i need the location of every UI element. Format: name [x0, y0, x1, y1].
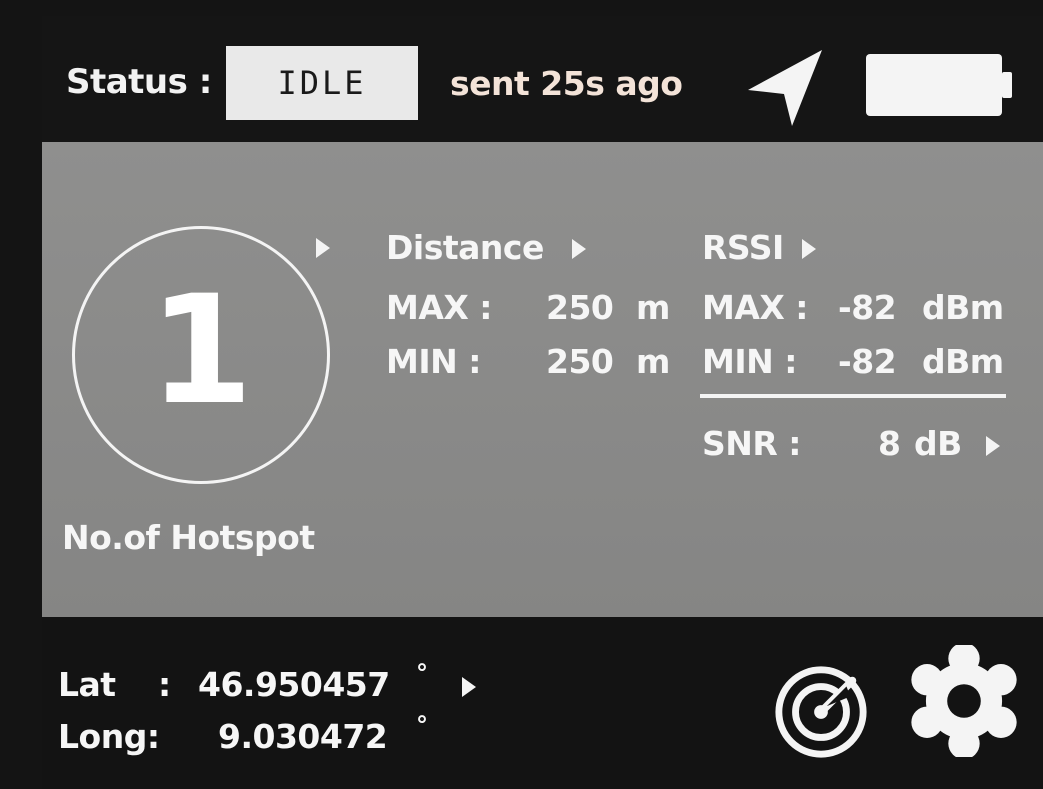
location-arrow-icon[interactable] — [462, 677, 476, 697]
hotspot-arrow-icon[interactable] — [316, 238, 330, 258]
rssi-min-label: MIN : — [702, 342, 797, 381]
lat-label: Lat — [58, 665, 116, 704]
status-badge: IDLE — [226, 46, 418, 120]
long-value: 9.030472 — [218, 717, 388, 756]
lat-separator: : — [158, 665, 171, 704]
rssi-divider — [700, 394, 1006, 398]
distance-max-value: 250 — [546, 288, 614, 327]
device-frame: Status : IDLE sent 25s ago 1 No.of Hotsp… — [0, 0, 1043, 789]
snr-arrow-icon[interactable] — [986, 436, 1000, 456]
long-label: Long: — [58, 717, 160, 756]
battery-icon — [866, 54, 1012, 116]
navigation-arrow-icon[interactable] — [746, 46, 824, 128]
distance-min-label: MIN : — [386, 342, 481, 381]
lat-value: 46.950457 — [198, 665, 390, 704]
rssi-max-value: -82 — [838, 288, 897, 327]
top-bar: Status : IDLE sent 25s ago — [42, 16, 1043, 142]
distance-max-label: MAX : — [386, 288, 493, 327]
rssi-min-value: -82 — [838, 342, 897, 381]
bottom-bar: Lat : 46.950457 ° Long: 9.030472 ° — [42, 617, 1043, 789]
hotspot-count: 1 — [148, 264, 254, 438]
distance-title: Distance — [386, 228, 544, 267]
distance-min-unit: m — [636, 342, 670, 381]
distance-min-value: 250 — [546, 342, 614, 381]
status-label: Status : — [66, 62, 212, 102]
gear-icon[interactable] — [908, 645, 1020, 757]
snr-value: 8 — [878, 424, 901, 463]
rssi-max-unit: dBm — [922, 288, 1004, 327]
distance-arrow-icon[interactable] — [572, 239, 586, 259]
hotspot-label: No.of Hotspot — [62, 518, 315, 557]
lat-degree: ° — [416, 659, 428, 687]
rssi-max-label: MAX : — [702, 288, 809, 327]
device-screen: Status : IDLE sent 25s ago 1 No.of Hotsp… — [42, 16, 1043, 789]
long-degree: ° — [416, 711, 428, 739]
hotspot-count-ring[interactable]: 1 — [72, 226, 330, 484]
snr-label: SNR : — [702, 424, 801, 463]
rssi-arrow-icon[interactable] — [802, 239, 816, 259]
rssi-title: RSSI — [702, 228, 784, 267]
last-sent-text: sent 25s ago — [450, 64, 683, 103]
radar-icon[interactable] — [772, 663, 870, 761]
snr-unit: dB — [914, 424, 962, 463]
main-panel: 1 No.of Hotspot Distance MAX : 250 m MIN… — [42, 142, 1043, 617]
distance-max-unit: m — [636, 288, 670, 327]
rssi-min-unit: dBm — [922, 342, 1004, 381]
